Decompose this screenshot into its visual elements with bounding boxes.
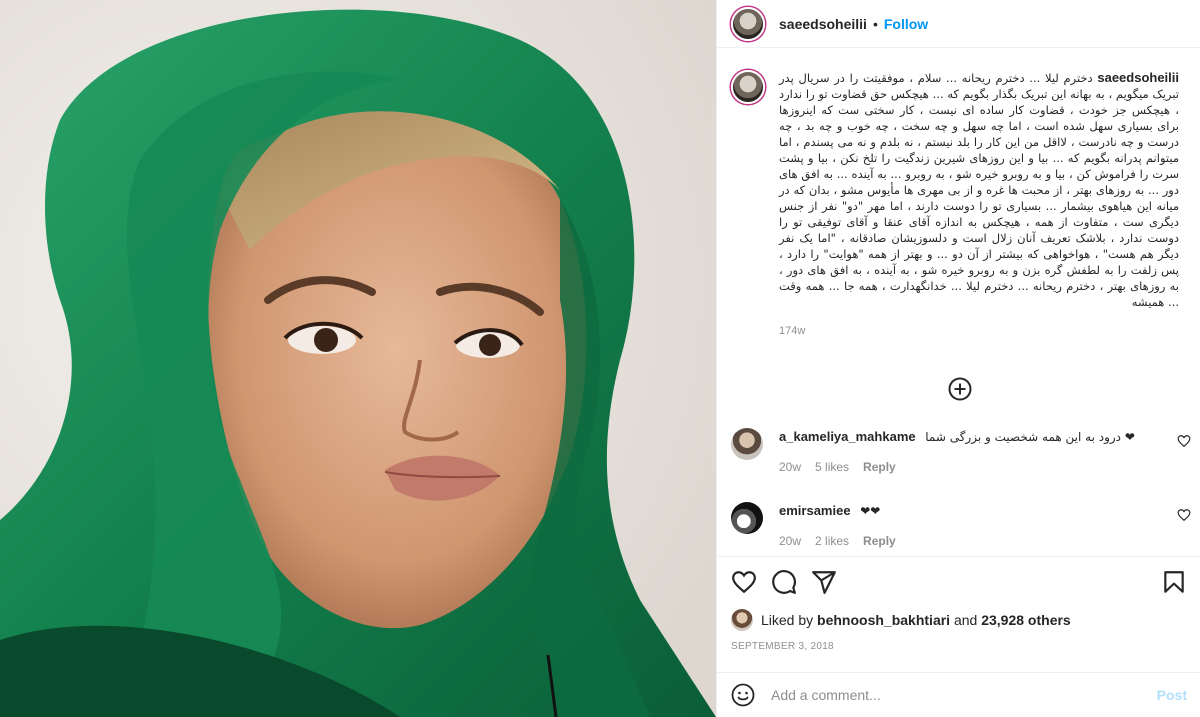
caption-text: دخترم لیلا ... دخترم ریحانه ... سلام ، م… [779,71,1179,309]
comment-text: ❤❤ [860,504,881,518]
add-comment-input[interactable] [771,687,1147,703]
comment-item: a_kameliya_mahkame درود به این همه شخصیت… [731,428,1191,474]
post-comment-button[interactable]: Post [1157,687,1187,703]
follow-button[interactable]: Follow [884,16,928,32]
liker-username[interactable]: behnoosh_bakhtiari [817,612,950,628]
caption-author-avatar[interactable] [731,70,765,104]
comment-reply-button[interactable]: Reply [863,534,896,548]
post-actions: Liked by behnoosh_bakhtiari and 23,928 o… [717,556,1200,652]
post-caption: saeedsoheilii دخترم لیلا ... دخترم ریحان… [717,56,1200,337]
comment-text: درود به این همه شخصیت و بزرگی شما ❤ [925,430,1135,444]
header-separator: • [872,15,878,32]
comment-time[interactable]: 20w [779,460,801,474]
likes-summary: Liked by behnoosh_bakhtiari and 23,928 o… [731,609,1187,631]
comment-item: emirsamiee ❤❤ 20w 2 likes Reply [731,502,1191,548]
heart-icon[interactable] [731,569,757,595]
paper-plane-icon[interactable] [811,569,837,595]
comment-icon[interactable] [771,569,797,595]
smiley-icon[interactable] [731,683,755,707]
comments-scroll-area[interactable]: saeedsoheilii دخترم لیلا ... دخترم ریحان… [717,56,1200,556]
post-date[interactable]: SEPTEMBER 3, 2018 [731,641,1187,652]
bookmark-icon[interactable] [1161,569,1187,595]
caption-timestamp[interactable]: 174w [779,325,1179,337]
likes-prefix: Liked by [761,612,814,628]
commenter-username[interactable]: emirsamiee [779,503,851,518]
comment-like-heart-icon[interactable] [1177,508,1191,522]
likes-others-count[interactable]: 23,928 others [981,612,1071,628]
load-more-comments-button[interactable] [947,376,973,402]
comment-like-heart-icon[interactable] [1177,434,1191,448]
caption-username[interactable]: saeedsoheilii [1097,70,1179,85]
likes-middle: and [953,612,978,628]
commenter-avatar[interactable] [731,502,763,534]
comment-likes[interactable]: 2 likes [815,534,849,548]
post-header: saeedsoheilii • Follow [717,0,1200,48]
author-username[interactable]: saeedsoheilii [779,16,867,32]
post-details-panel: saeedsoheilii • Follow saeedsoheilii دخت… [716,0,1200,717]
commenter-avatar[interactable] [731,428,763,460]
liker-avatar[interactable] [731,609,753,631]
add-comment-bar: Post [717,672,1200,717]
commenter-username[interactable]: a_kameliya_mahkame [779,429,916,444]
author-avatar[interactable] [731,6,765,41]
caption-text-block: saeedsoheilii دخترم لیلا ... دخترم ریحان… [779,70,1179,310]
portrait-illustration [0,0,716,717]
comment-likes[interactable]: 5 likes [815,460,849,474]
comment-reply-button[interactable]: Reply [863,460,896,474]
plus-circle-icon [948,377,972,401]
comment-time[interactable]: 20w [779,534,801,548]
post-photo[interactable] [0,0,716,717]
